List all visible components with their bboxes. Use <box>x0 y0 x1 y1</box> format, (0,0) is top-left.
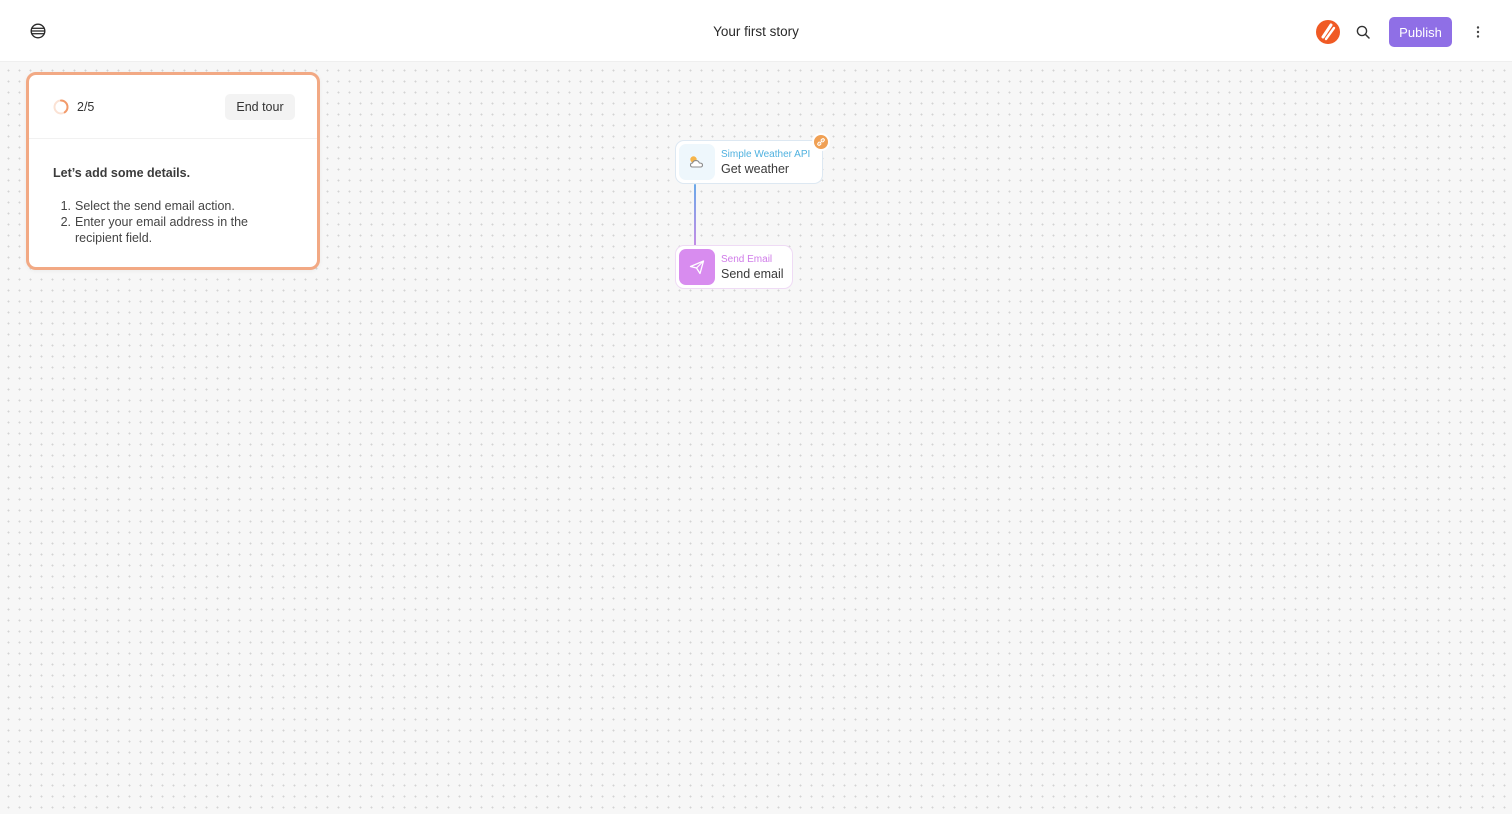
list-item-text: Select the send email action. <box>75 199 235 213</box>
publish-button[interactable]: Publish <box>1389 17 1452 47</box>
list-item-number: 1. <box>60 199 71 213</box>
tour-heading: Let’s add some details. <box>53 166 191 180</box>
top-bar: Your first story Publish <box>0 0 1512 62</box>
tour-instructions: 1. Select the send email action. 2. Ente… <box>53 198 293 246</box>
tour-progress-ring <box>53 99 69 115</box>
tines-badge-icon[interactable] <box>1316 20 1340 44</box>
list-item-number: 2. <box>60 215 71 229</box>
list-item: 2. Enter your email address in the recip… <box>53 214 293 246</box>
node-connector <box>694 184 696 248</box>
tour-step-counter: 2/5 <box>77 100 95 114</box>
story-title: Your first story <box>713 23 799 39</box>
list-item-text: Enter your email address in the recipien… <box>75 215 249 245</box>
node-name-label: Get weather <box>721 162 790 176</box>
end-tour-button[interactable]: End tour <box>225 94 295 120</box>
tour-card: 2/5 End tour Let’s add some details. 1. … <box>26 72 320 270</box>
logo-icon[interactable] <box>28 21 48 41</box>
search-icon[interactable] <box>1352 21 1374 43</box>
send-icon <box>679 249 715 285</box>
tour-header: 2/5 End tour <box>29 75 317 139</box>
node-kind-label: Simple Weather API <box>721 149 811 160</box>
link-icon[interactable] <box>812 133 830 151</box>
node-kind-label: Send Email <box>721 254 773 265</box>
more-vertical-icon[interactable] <box>1468 21 1488 43</box>
node-name-label: Send email <box>721 267 784 281</box>
list-item: 1. Select the send email action. <box>53 198 293 214</box>
action-node-get-weather[interactable]: Simple Weather API Get weather <box>675 140 823 184</box>
action-node-send-email[interactable]: Send Email Send email <box>675 245 793 289</box>
weather-cloud-icon <box>679 144 715 180</box>
